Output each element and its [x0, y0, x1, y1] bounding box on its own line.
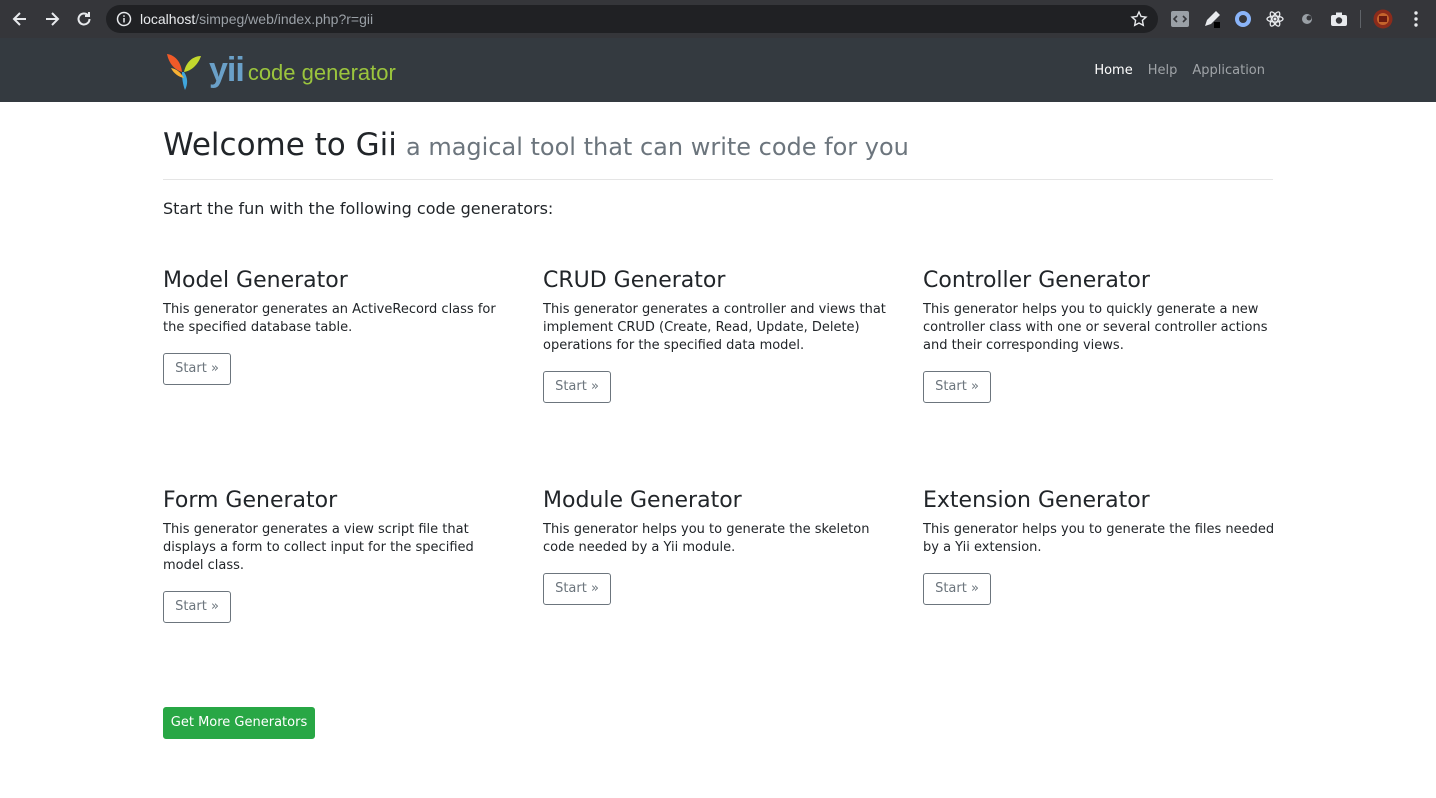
url-path: /simpeg/web/index.php?r=gii [195, 11, 374, 27]
camera-extension-icon[interactable] [1329, 9, 1349, 29]
controller-start-button[interactable]: Start » [923, 371, 991, 403]
generator-module: Module Generator This generator helps yo… [543, 488, 895, 605]
generator-title: Module Generator [543, 488, 742, 513]
module-start-button[interactable]: Start » [543, 573, 611, 605]
top-navbar: yii code generator Home Help Application [0, 38, 1436, 102]
forward-button[interactable] [42, 9, 62, 29]
page-subtitle: a magical tool that can write code for y… [405, 133, 909, 161]
info-icon[interactable] [116, 11, 132, 27]
menu-kebab-icon[interactable] [1406, 9, 1426, 29]
back-button[interactable] [10, 9, 30, 29]
generator-model: Model Generator This generator generates… [163, 268, 515, 385]
pencil-extension-icon[interactable] [1202, 9, 1222, 29]
crud-start-button[interactable]: Start » [543, 371, 611, 403]
model-start-button[interactable]: Start » [163, 353, 231, 385]
generator-extension: Extension Generator This generator helps… [923, 488, 1275, 605]
lead-text: Start the fun with the following code ge… [163, 199, 554, 218]
generator-description: This generator helps you to generate the… [543, 522, 870, 555]
generator-title: Extension Generator [923, 488, 1150, 513]
generator-title: Model Generator [163, 268, 348, 293]
nav-link-home[interactable]: Home [1094, 63, 1132, 78]
nav-link-application[interactable]: Application [1192, 63, 1265, 78]
generator-description: This generator helps you to generate the… [923, 522, 1275, 555]
generator-form: Form Generator This generator generates … [163, 488, 515, 623]
url-text: localhost/simpeg/web/index.php?r=gii [140, 11, 373, 27]
brand-logo-link[interactable]: yii code generator [163, 48, 396, 92]
url-host: localhost [140, 11, 196, 27]
generator-description: This generator helps you to quickly gene… [923, 302, 1268, 353]
page-header: Welcome to Gii a magical tool that can w… [163, 102, 1273, 180]
generator-controller: Controller Generator This generator help… [923, 268, 1275, 403]
get-more-generators-button[interactable]: Get More Generators [163, 707, 315, 739]
address-bar[interactable]: localhost/simpeg/web/index.php?r=gii [106, 5, 1158, 33]
page-title: Welcome to Gii [163, 127, 397, 163]
react-extension-icon[interactable] [1265, 9, 1285, 29]
extension-start-button[interactable]: Start » [923, 573, 991, 605]
reload-button[interactable] [74, 9, 94, 29]
arrow-right-icon [46, 12, 60, 26]
generator-description: This generator generates an ActiveRecord… [163, 302, 496, 335]
generator-description: This generator generates a controller an… [543, 302, 886, 353]
nav-links: Home Help Application [1079, 38, 1265, 102]
generator-title: Controller Generator [923, 268, 1150, 293]
generator-title: Form Generator [163, 488, 338, 513]
generator-crud: CRUD Generator This generator generates … [543, 268, 895, 403]
circle-extension-icon[interactable] [1233, 9, 1253, 29]
generator-description: This generator generates a view script f… [163, 522, 474, 573]
brand-subtitle: code generator [247, 60, 396, 85]
form-start-button[interactable]: Start » [163, 591, 231, 623]
generator-title: CRUD Generator [543, 268, 726, 293]
brand-yii-text: yii [209, 50, 245, 89]
browser-toolbar: localhost/simpeg/web/index.php?r=gii [0, 0, 1436, 38]
toolbar-separator [1360, 10, 1361, 28]
bookmark-star-icon[interactable] [1130, 10, 1148, 28]
profile-avatar-icon[interactable] [1373, 9, 1393, 29]
arrow-left-icon [12, 12, 26, 26]
yii-leaf-icon [167, 54, 201, 90]
code-extension-icon[interactable] [1170, 9, 1190, 29]
swirl-extension-icon[interactable] [1297, 9, 1317, 29]
nav-link-help[interactable]: Help [1148, 63, 1178, 78]
reload-icon [77, 12, 91, 26]
main-content: Welcome to Gii a magical tool that can w… [163, 102, 1273, 218]
